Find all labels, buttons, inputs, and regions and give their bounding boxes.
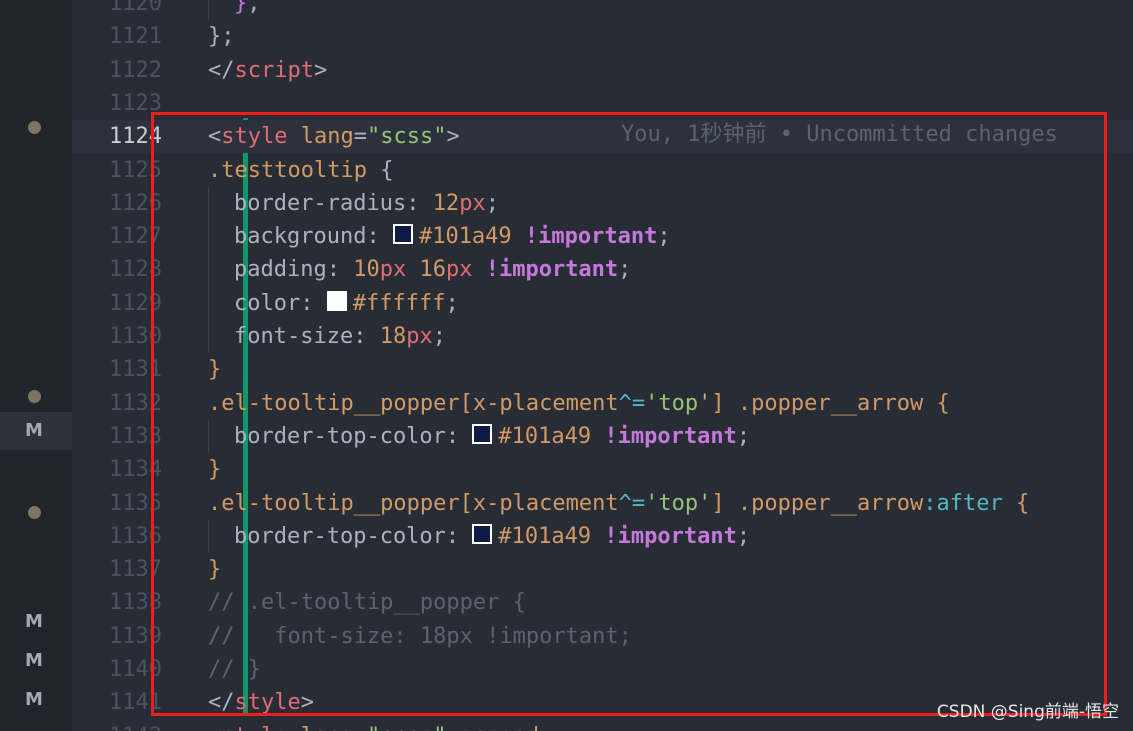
line-number: 1123 <box>109 90 162 116</box>
line-number: 1135 <box>109 490 162 516</box>
gutter-dot-marker[interactable] <box>28 506 41 519</box>
line-number: 1136 <box>109 523 162 549</box>
line-number: 1131 <box>109 357 162 383</box>
line-number: 1127 <box>109 224 162 250</box>
code-text: }, <box>234 0 261 20</box>
code-token: } <box>234 0 248 16</box>
line-number: 1132 <box>109 390 162 416</box>
line-number: 1128 <box>109 257 162 283</box>
line-number: 1134 <box>109 457 162 483</box>
gutter-modified-marker[interactable]: M <box>0 603 72 641</box>
gutter-dot-marker[interactable] <box>28 121 41 134</box>
line-number: 1138 <box>109 590 162 616</box>
code-token: "scss" <box>367 724 446 731</box>
gutter-dot-marker[interactable] <box>28 390 41 403</box>
code-text: }; <box>208 20 235 53</box>
line-number: 1129 <box>109 290 162 316</box>
red-highlight-annotation-box <box>151 112 1107 716</box>
line-number: 1121 <box>109 24 162 50</box>
gutter-modified-marker[interactable]: M <box>0 412 72 450</box>
line-number: 1124 <box>109 124 162 150</box>
line-number: 1133 <box>109 423 162 449</box>
code-token: </ <box>208 57 235 83</box>
line-number: 1130 <box>109 324 162 349</box>
code-token: < <box>208 724 221 731</box>
line-number: 1120 <box>109 0 162 16</box>
code-line[interactable]: 1122 </script> <box>72 54 1133 87</box>
code-token: lang <box>287 724 354 731</box>
line-number: 1141 <box>109 690 162 716</box>
gutter-modified-marker[interactable]: M <box>0 681 72 719</box>
indent-guide <box>208 0 209 21</box>
code-line[interactable]: 1120}, <box>72 0 1133 20</box>
line-number: 1126 <box>109 190 162 216</box>
code-token: script <box>234 57 314 83</box>
watermark: CSDN @Sing前端-悟空 <box>936 702 1119 722</box>
code-token: , <box>247 0 261 16</box>
line-number: 1137 <box>109 557 162 583</box>
code-token: ; <box>221 24 235 50</box>
line-number: 1140 <box>109 657 162 682</box>
code-text: </script> <box>208 54 327 87</box>
code-token: } <box>208 24 222 50</box>
gutter-modified-marker[interactable]: M <box>0 642 72 680</box>
code-token: scoped <box>446 724 539 731</box>
left-gutter-panel: MMMM <box>0 0 72 731</box>
code-text: <style lang="scss" scoped> <box>208 720 552 731</box>
line-number: 1122 <box>109 57 162 83</box>
code-token: > <box>539 724 552 731</box>
line-number: 1142 <box>72 720 162 731</box>
code-token: style <box>221 724 287 731</box>
code-line[interactable]: 1121}; <box>72 20 1133 53</box>
code-token: > <box>313 57 328 83</box>
code-token: = <box>354 724 367 731</box>
line-number: 1139 <box>109 623 162 649</box>
line-number: 1125 <box>109 157 162 183</box>
